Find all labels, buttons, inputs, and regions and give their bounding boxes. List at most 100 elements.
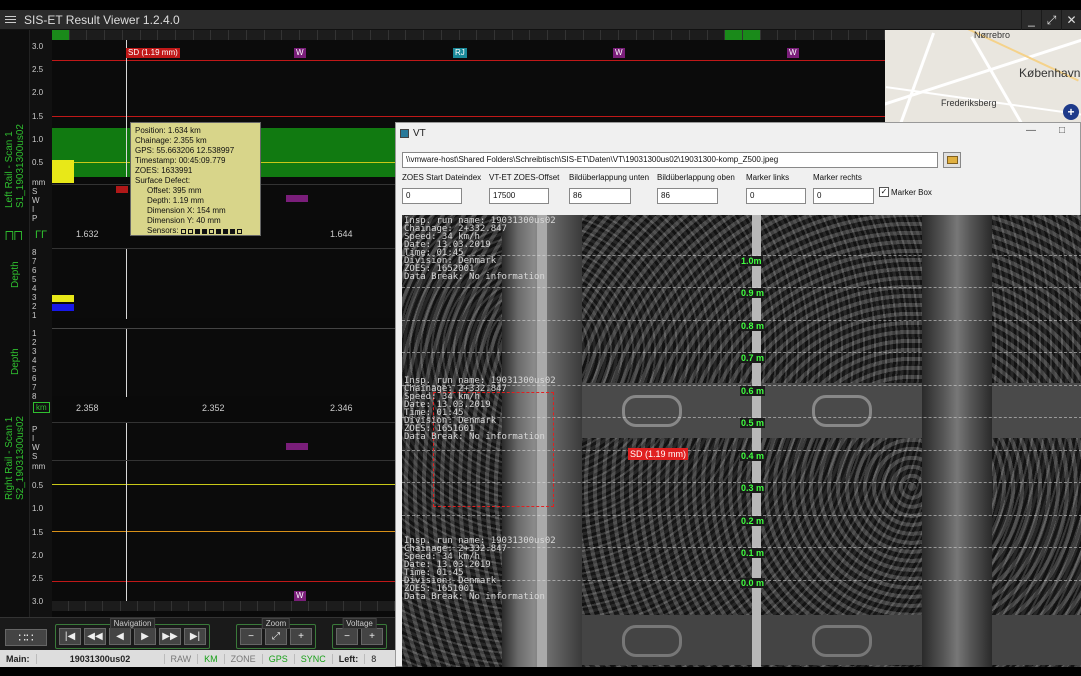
vt-maximize-icon[interactable]: □: [1059, 125, 1065, 136]
hamburger-menu-icon[interactable]: [0, 10, 20, 30]
marker-right-input[interactable]: 0: [813, 188, 874, 204]
close-button[interactable]: ✕: [1061, 10, 1081, 30]
tooltip-sensors-label: Sensors:: [147, 226, 179, 235]
depth-label-bottom: Depth: [10, 348, 21, 375]
scale-tick: 1.5: [32, 528, 44, 537]
depth-bar: [52, 295, 74, 302]
status-raw[interactable]: RAW: [165, 653, 199, 664]
vt-title: VT: [413, 127, 426, 139]
marker-rj[interactable]: RJ: [453, 48, 467, 58]
guide-strip: [752, 215, 761, 668]
fast-forward-button[interactable]: ▶▶: [159, 628, 181, 645]
km-badge[interactable]: km: [33, 402, 50, 413]
depth-tick: 3: [32, 293, 37, 302]
minimize-button[interactable]: _: [1021, 10, 1041, 30]
grid-menu-button[interactable]: ∷∷: [5, 629, 47, 646]
status-zone[interactable]: ZONE: [225, 653, 263, 664]
voltage-down-button[interactable]: −: [336, 628, 358, 645]
map-road: [897, 32, 936, 122]
sensor-indicator-icon: [194, 228, 200, 234]
rail-labels: Left Rail - Scan 1 S1_19031300us02 Depth…: [0, 30, 30, 617]
scale-tick: mm: [32, 178, 46, 187]
vt-window: VT — □ \\vmware-host\Shared Folders\Schr…: [395, 122, 1081, 668]
zoom-in-button[interactable]: +: [290, 628, 312, 645]
map-view[interactable]: Nørrebro København Frederiksberg +: [885, 30, 1081, 122]
defect-label[interactable]: SD (1.19 mm): [628, 448, 689, 460]
left-rail-label: Left Rail - Scan 1: [4, 131, 15, 208]
maximize-button[interactable]: ⤢: [1041, 10, 1061, 30]
scale-tick: mm: [32, 462, 46, 471]
open-folder-button[interactable]: [943, 152, 961, 168]
zoom-fit-button[interactable]: ⤢: [265, 628, 287, 645]
marker-sd[interactable]: SD (1.19 mm): [126, 48, 180, 58]
tooltip-zoes: ZOES: 1633991: [135, 166, 193, 175]
distance-label: 0.5 m: [740, 418, 766, 428]
marker-w[interactable]: W: [787, 48, 799, 58]
map-zoom-in-button[interactable]: +: [1063, 104, 1079, 120]
marker-w[interactable]: W: [613, 48, 625, 58]
depth-label-top: Depth: [10, 261, 21, 288]
psiw-mark: [116, 186, 128, 193]
status-km[interactable]: KM: [198, 653, 225, 664]
depth-plot-top[interactable]: [52, 248, 395, 319]
checkmark-icon[interactable]: ✓: [879, 187, 889, 197]
sensor-indicator-icon: [215, 228, 221, 234]
marker-box-checkbox[interactable]: ✓ Marker Box: [879, 187, 932, 197]
fast-back-button[interactable]: ◀◀: [84, 628, 106, 645]
zoes-start-input[interactable]: 0: [402, 188, 462, 204]
km-value: 2.352: [202, 403, 225, 413]
scale-tick: 0.5: [32, 158, 44, 167]
vt-minimize-icon[interactable]: —: [1026, 125, 1036, 136]
psiw-tick: W: [32, 443, 40, 452]
psiw-tick: S: [32, 452, 38, 461]
forward-button[interactable]: ▶: [134, 628, 156, 645]
depth-tick: 6: [32, 374, 37, 383]
vt-rail-image[interactable]: 1.0m 0.9 m 0.8 m 0.7 m 0.6 m 0.5 m 0.4 m…: [402, 215, 1081, 668]
back-button[interactable]: ◀: [109, 628, 131, 645]
depth-tick: 2: [32, 338, 37, 347]
last-button[interactable]: ▶|: [184, 628, 206, 645]
marker-box-label: Marker Box: [891, 187, 932, 197]
rail-clip: [812, 395, 872, 427]
km-value: 1.644: [330, 229, 353, 239]
right-rail-amplitude-plot[interactable]: W: [52, 460, 395, 601]
status-gps[interactable]: GPS: [263, 653, 295, 664]
cursor-line[interactable]: [126, 40, 127, 177]
marker-w[interactable]: W: [294, 591, 306, 601]
tooltip-offset: Offset: 395 mm: [147, 186, 202, 195]
overlap-top-input[interactable]: 86: [657, 188, 718, 204]
voltage-up-button[interactable]: +: [361, 628, 383, 645]
status-sync[interactable]: SYNC: [295, 653, 333, 664]
zoes-offset-input[interactable]: 17500: [489, 188, 549, 204]
vt-title-bar: VT — □: [396, 123, 1080, 143]
depth-tick: 8: [32, 392, 37, 401]
distance-label: 0.3 m: [740, 483, 766, 493]
psiw-tick: I: [32, 205, 35, 214]
status-bar: Main: 19031300us02 RAW KM ZONE GPS SYNC …: [0, 650, 395, 667]
navigation-label: Navigation: [109, 618, 156, 629]
status-main-label: Main:: [0, 653, 37, 664]
marker-w[interactable]: W: [294, 48, 306, 58]
marker-left-input[interactable]: 0: [746, 188, 806, 204]
distance-label: 0.9 m: [740, 288, 766, 298]
depth-tick: 4: [32, 284, 37, 293]
info-overlay: Insp. run name: 19031300us02 Chainage: 2…: [404, 537, 556, 602]
first-button[interactable]: |◀: [59, 628, 81, 645]
signal-line: [52, 531, 395, 532]
signal-line: [52, 484, 395, 485]
depth-plot-bottom[interactable]: [52, 328, 395, 397]
cursor-line: [126, 461, 127, 601]
tooltip-sensors: Sensors:: [135, 226, 256, 236]
vt-file-path-input[interactable]: \\vmware-host\Shared Folders\Schreibtisc…: [402, 152, 938, 168]
info-overlay: Insp. run name: 19031300us02 Chainage: 2…: [404, 377, 556, 442]
zoom-out-button[interactable]: −: [240, 628, 262, 645]
bottom-frame: [0, 667, 1081, 676]
overlap-bottom-input[interactable]: 86: [569, 188, 631, 204]
marker-left-label: Marker links: [746, 173, 790, 182]
scale-tick: 0.5: [32, 481, 44, 490]
cursor-line: [126, 329, 127, 397]
sensor-indicator-icon: [222, 228, 228, 234]
psiw-tick: W: [32, 196, 40, 205]
psiw-row-bottom: [52, 422, 395, 461]
right-rail-label: Right Rail - Scan 1: [4, 416, 15, 500]
